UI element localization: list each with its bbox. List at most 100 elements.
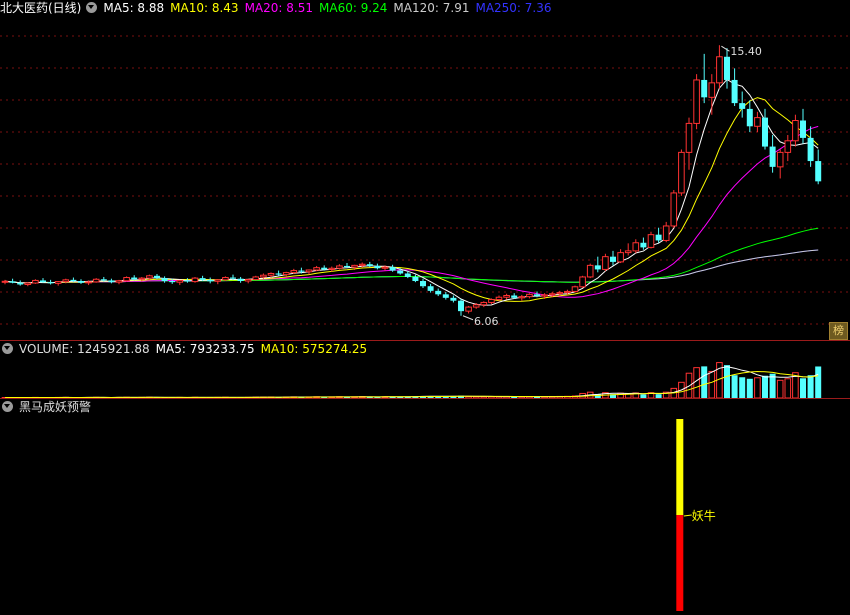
candle-body-up: [685, 122, 693, 153]
candle-body-up: [784, 140, 792, 153]
candle-body-up: [548, 293, 556, 296]
candle-body-down: [275, 273, 282, 275]
candle-body-up: [465, 306, 472, 312]
candle-body-up: [792, 120, 799, 142]
legend-volume: VOLUME: 1245921.88: [19, 342, 150, 356]
candle-body-up: [693, 79, 700, 124]
candle-body-up: [305, 269, 313, 273]
candle-body-up: [776, 151, 784, 168]
legend-vol-ma10: MA10: 575274.25: [260, 342, 368, 356]
candle-body-down: [47, 282, 54, 284]
candle-body-down: [610, 256, 616, 262]
candle-body-down: [100, 279, 107, 281]
candle-body-down: [169, 281, 176, 283]
candle-body-up: [191, 277, 199, 283]
volume-bar-up: [708, 370, 716, 398]
candle-body-up: [252, 276, 260, 281]
candlestick-chart[interactable]: 15.40 6.06: [0, 0, 850, 340]
legend-vol-ma5: MA5: 793233.75: [155, 342, 255, 356]
candle-body-up: [503, 294, 510, 298]
legend-ma60: MA60: 9.24: [319, 1, 388, 15]
candle-body-down: [40, 280, 46, 283]
candle-body-down: [9, 281, 16, 283]
candle-body-down: [412, 276, 419, 282]
candle-body-up: [754, 117, 761, 127]
candle-body-down: [199, 278, 206, 280]
candle-body-down: [655, 234, 662, 241]
low-label: 6.06: [474, 315, 499, 328]
candle-body-down: [450, 297, 457, 301]
indicator-panel[interactable]: 妖牛 黑马成妖预警: [0, 399, 850, 615]
collapse-toggle-icon[interactable]: [2, 401, 13, 412]
candle-body-up: [1, 280, 9, 283]
candle-body-up: [214, 279, 222, 282]
candle-body-down: [184, 280, 191, 282]
legend-ma10: MA10: 8.43: [170, 1, 239, 15]
indicator-legend: 黑马成妖预警: [0, 399, 97, 415]
volume-bar-up: [693, 367, 700, 398]
volume-bar-down: [762, 375, 768, 398]
candle-body-down: [161, 278, 168, 282]
candle-body-up: [564, 290, 571, 294]
candle-body-up: [624, 250, 632, 254]
collapse-toggle-icon[interactable]: [2, 343, 13, 354]
volume-bar-down: [807, 375, 814, 398]
high-pointer: [721, 45, 730, 52]
candle-body-up: [24, 282, 32, 285]
candle-body-up: [381, 266, 389, 269]
candle-body-down: [442, 294, 449, 298]
candle-body-up: [716, 56, 723, 84]
ma60-line: [4, 227, 819, 284]
candle-body-down: [701, 79, 708, 98]
candle-body-down: [724, 56, 730, 80]
legend-ma5: MA5: 8.88: [103, 1, 165, 15]
candle-body-up: [115, 280, 123, 283]
candle-body-up: [670, 192, 678, 227]
legend-ma120: MA120: 7.91: [393, 1, 470, 15]
candle-body-up: [556, 292, 564, 295]
candle-body-up: [290, 270, 298, 274]
candle-body-up: [54, 281, 62, 284]
candle-body-up: [62, 279, 70, 283]
low-pointer: [462, 315, 474, 321]
candle-body-down: [739, 103, 746, 109]
candle-body-down: [321, 267, 328, 270]
candle-body-down: [78, 281, 84, 283]
collapse-toggle-icon[interactable]: [86, 2, 98, 13]
candle-body-down: [108, 280, 115, 283]
candle-body-up: [146, 275, 153, 279]
stock-title: 北大医药(日线): [0, 1, 82, 15]
indicator-chart[interactable]: 妖牛: [0, 399, 850, 615]
signal-pointer: [683, 514, 692, 517]
candle-body-up: [176, 279, 184, 283]
candle-body-down: [769, 146, 776, 167]
candle-body-up: [586, 264, 594, 278]
candle-body-down: [511, 295, 518, 298]
candle-body-up: [617, 252, 624, 263]
indicator-title: 黑马成妖预警: [19, 400, 92, 414]
rank-badge[interactable]: 榜: [829, 322, 848, 340]
candle-body-up: [336, 265, 343, 269]
volume-bar-up: [784, 378, 792, 398]
candle-body-down: [230, 277, 236, 279]
candle-body-down: [420, 281, 426, 287]
candle-body-up: [244, 279, 252, 282]
volume-bar-down: [739, 377, 746, 398]
candle-body-up: [328, 267, 336, 270]
candle-body-down: [746, 108, 753, 127]
candle-body-down: [207, 279, 214, 282]
price-legend: 北大医药(日线) MA5: 8.88 MA10: 8.43 MA20: 8.51 MA6…: [0, 0, 558, 16]
candle-body-down: [815, 161, 822, 182]
candle-body-down: [131, 277, 138, 280]
candle-body-down: [534, 294, 540, 297]
price-panel[interactable]: 15.40 6.06 北大医药(日线) MA5: 8.88 MA10: 8.43 MA2…: [0, 0, 850, 340]
candle-body-up: [678, 151, 685, 194]
candle-body-up: [123, 277, 130, 282]
candle-body-down: [807, 137, 814, 162]
volume-bar-down: [815, 366, 822, 398]
legend-ma20: MA20: 8.51: [244, 1, 313, 15]
volume-bar-up: [776, 379, 784, 398]
volume-panel[interactable]: VOLUME: 1245921.88 MA5: 793233.75 MA10: 57…: [0, 341, 850, 398]
volume-bar-down: [724, 365, 730, 398]
volume-bar-down: [701, 366, 708, 398]
